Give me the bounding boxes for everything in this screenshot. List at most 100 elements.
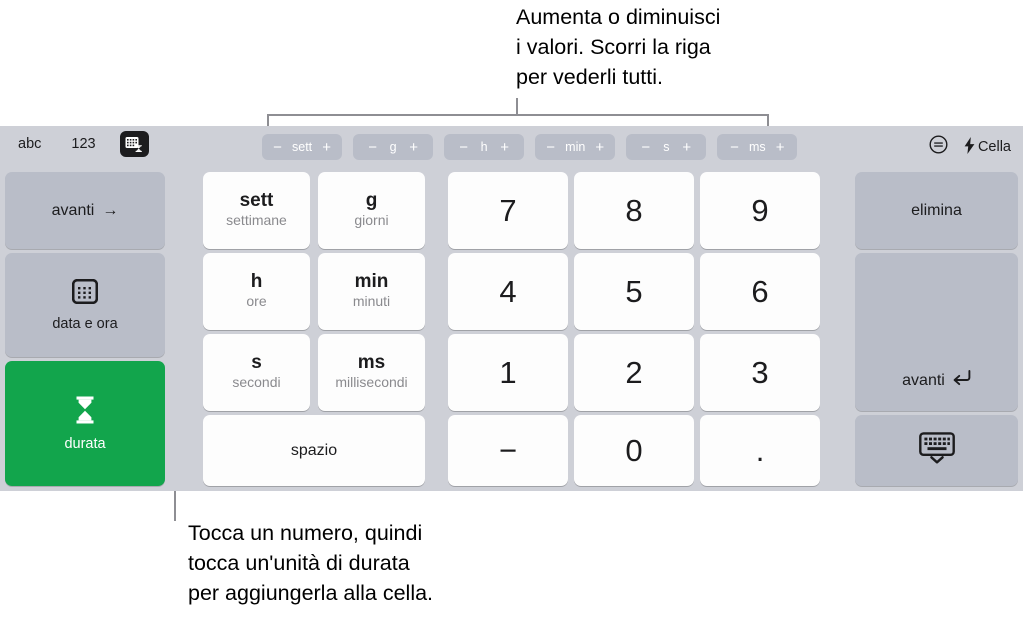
numeric-mode-button[interactable]: 123 bbox=[65, 132, 101, 156]
stepper-unit-label: g bbox=[389, 139, 397, 154]
stepper-minus-icon[interactable]: − bbox=[367, 140, 378, 155]
key-digit-label: 8 bbox=[625, 192, 643, 228]
stepper-unit-label: sett bbox=[292, 139, 313, 154]
key-avanti-next[interactable]: avanti → bbox=[5, 172, 165, 249]
key-digit-8[interactable]: 8 bbox=[574, 172, 694, 249]
key-unit-g[interactable]: g giorni bbox=[318, 172, 425, 249]
key-dismiss-keyboard[interactable] bbox=[855, 415, 1018, 486]
key-digit-label: 0 bbox=[625, 432, 643, 468]
stepper-plus-icon[interactable]: + bbox=[681, 140, 692, 155]
key-unit-abbr: min bbox=[354, 271, 389, 293]
key-unit-full: millisecondi bbox=[335, 374, 408, 391]
keyboard-dismiss-icon bbox=[918, 432, 956, 469]
stepper-unit-label: h bbox=[480, 139, 488, 154]
key-durata-label: durata bbox=[64, 435, 106, 452]
stepper-unit-label: min bbox=[565, 139, 586, 154]
toolbar-right-group: Cella bbox=[929, 135, 1011, 159]
key-digit-label: 6 bbox=[751, 273, 769, 309]
key-unit-abbr: s bbox=[251, 352, 262, 374]
keyboard-mode-group: abc 123 bbox=[12, 131, 149, 157]
cell-label: Cella bbox=[977, 139, 1011, 155]
key-elimina-label: elimina bbox=[911, 201, 962, 219]
callout-top-bracket bbox=[267, 114, 769, 126]
key-unit-min[interactable]: min minuti bbox=[318, 253, 425, 330]
stepper-unit-label: ms bbox=[748, 139, 766, 154]
stepper-h[interactable]: − h + bbox=[444, 134, 525, 160]
key-digit-1[interactable]: 1 bbox=[448, 334, 568, 411]
key-unit-abbr: sett bbox=[239, 190, 274, 212]
callout-bottom-text: Tocca un numero, quindi tocca un'unità d… bbox=[188, 521, 434, 605]
stepper-ms[interactable]: − ms + bbox=[717, 134, 798, 160]
stepper-plus-icon[interactable]: + bbox=[775, 140, 786, 155]
keyboard-toolbar: abc 123 − sett + − g + − h + − min + − s… bbox=[0, 126, 1023, 168]
key-unit-full: secondi bbox=[232, 374, 281, 391]
abc-mode-button[interactable]: abc bbox=[12, 132, 47, 156]
stepper-minus-icon[interactable]: − bbox=[729, 140, 740, 155]
key-digit-4[interactable]: 4 bbox=[448, 253, 568, 330]
key-spazio[interactable]: spazio bbox=[203, 415, 425, 486]
key-unit-full: giorni bbox=[354, 212, 389, 229]
key-unit-sett[interactable]: sett settimane bbox=[203, 172, 310, 249]
key-data-e-ora-label: data e ora bbox=[52, 315, 118, 332]
stepper-plus-icon[interactable]: + bbox=[321, 140, 332, 155]
unit-stepper-row[interactable]: − sett + − g + − h + − min + − s + − ms … bbox=[262, 134, 798, 160]
key-digit-7[interactable]: 7 bbox=[448, 172, 568, 249]
key-avanti-return[interactable]: avanti bbox=[855, 253, 1018, 411]
stepper-minus-icon[interactable]: − bbox=[272, 140, 283, 155]
key-avanti-return-content: avanti bbox=[902, 370, 971, 391]
hourglass-icon bbox=[74, 396, 96, 429]
key-digit-label: 7 bbox=[499, 192, 517, 228]
stepper-s[interactable]: − s + bbox=[626, 134, 707, 160]
stepper-unit-label: s bbox=[663, 139, 670, 154]
key-digit-label: 4 bbox=[499, 273, 517, 309]
key-data-e-ora[interactable]: data e ora bbox=[5, 253, 165, 357]
key-unit-h[interactable]: h ore bbox=[203, 253, 310, 330]
key-decimal-point-label: . bbox=[755, 432, 765, 468]
key-unit-full: minuti bbox=[352, 293, 391, 310]
return-arrow-icon bbox=[952, 370, 971, 391]
key-digit-6[interactable]: 6 bbox=[700, 253, 820, 330]
key-durata[interactable]: durata bbox=[5, 361, 165, 486]
key-digit-label: 2 bbox=[625, 354, 643, 390]
key-digit-0[interactable]: 0 bbox=[574, 415, 694, 486]
cell-button[interactable]: Cella bbox=[964, 136, 1011, 158]
duration-keyboard: abc 123 − sett + − g + − h + − min + − s… bbox=[0, 126, 1023, 491]
key-unit-full: settimane bbox=[226, 212, 287, 229]
stepper-min[interactable]: − min + bbox=[535, 134, 616, 160]
key-minus[interactable]: − bbox=[448, 415, 568, 486]
key-unit-s[interactable]: s secondi bbox=[203, 334, 310, 411]
key-digit-label: 3 bbox=[751, 354, 769, 390]
callout-top-text: Aumenta o diminuisci i valori. Scorri la… bbox=[516, 5, 721, 89]
key-spazio-label: spazio bbox=[290, 441, 338, 459]
stepper-plus-icon[interactable]: + bbox=[408, 140, 419, 155]
arrow-right-icon: → bbox=[102, 201, 119, 219]
key-unit-ms[interactable]: ms millisecondi bbox=[318, 334, 425, 411]
key-avanti-return-label: avanti bbox=[902, 371, 945, 389]
key-unit-abbr: h bbox=[250, 271, 263, 293]
key-digit-label: 1 bbox=[499, 354, 517, 390]
stepper-g[interactable]: − g + bbox=[353, 134, 434, 160]
format-circle-icon[interactable] bbox=[929, 135, 948, 159]
key-unit-abbr: g bbox=[365, 190, 378, 212]
key-decimal-point[interactable]: . bbox=[700, 415, 820, 486]
stepper-sett[interactable]: − sett + bbox=[262, 134, 343, 160]
key-unit-full: ore bbox=[246, 293, 267, 310]
stepper-minus-icon[interactable]: − bbox=[640, 140, 651, 155]
stepper-plus-icon[interactable]: + bbox=[499, 140, 510, 155]
key-digit-2[interactable]: 2 bbox=[574, 334, 694, 411]
key-digit-9[interactable]: 9 bbox=[700, 172, 820, 249]
calendar-icon bbox=[71, 278, 99, 309]
key-minus-label: − bbox=[498, 432, 518, 468]
key-digit-3[interactable]: 3 bbox=[700, 334, 820, 411]
key-digit-5[interactable]: 5 bbox=[574, 253, 694, 330]
key-avanti-next-label: avanti bbox=[51, 201, 95, 219]
lightning-bolt-icon bbox=[964, 136, 975, 158]
key-unit-abbr: ms bbox=[357, 352, 386, 374]
stepper-minus-icon[interactable]: − bbox=[545, 140, 556, 155]
stepper-plus-icon[interactable]: + bbox=[594, 140, 605, 155]
key-digit-label: 5 bbox=[625, 273, 643, 309]
key-elimina[interactable]: elimina bbox=[855, 172, 1018, 249]
duration-keypad-icon[interactable] bbox=[119, 131, 149, 157]
key-digit-label: 9 bbox=[751, 192, 769, 228]
stepper-minus-icon[interactable]: − bbox=[458, 140, 469, 155]
